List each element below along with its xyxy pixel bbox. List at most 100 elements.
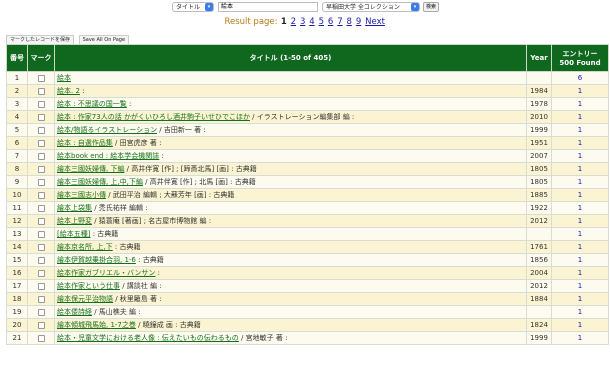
title-link[interactable]: 絵本作家ガブリエル・バンサン — [57, 269, 155, 277]
page-link-6[interactable]: 6 — [328, 17, 333, 27]
title-details: : — [155, 269, 160, 277]
title-link[interactable]: 絵本倭詩経 — [57, 308, 92, 316]
title-cell: 繪本三國志小傳 / 武田平治 編輯 ; 大蘇芳年 [画] : 古典籍 — [54, 188, 527, 202]
title-link[interactable]: 絵本/物語るイラストレーション — [57, 126, 157, 134]
mark-cell — [27, 305, 55, 319]
mark-checkbox[interactable] — [37, 126, 45, 134]
title-details: : — [79, 87, 85, 95]
title-details: : 古典籍 — [135, 256, 164, 264]
mark-cell — [27, 175, 55, 189]
mark-cell — [27, 279, 55, 293]
page-link-3[interactable]: 3 — [300, 17, 305, 27]
mark-checkbox[interactable] — [37, 269, 45, 277]
mark-checkbox[interactable] — [37, 178, 45, 186]
row-number: 12 — [6, 214, 28, 228]
mark-checkbox[interactable] — [37, 295, 45, 303]
mark-checkbox[interactable] — [37, 74, 45, 82]
mark-checkbox[interactable] — [37, 282, 45, 290]
mark-checkbox[interactable] — [37, 152, 45, 160]
entry-count[interactable]: 1 — [551, 305, 609, 319]
entry-count[interactable]: 1 — [551, 253, 609, 267]
title-link[interactable]: 絵本 : 不思議の国一覧 — [57, 100, 127, 108]
mark-checkbox[interactable] — [37, 113, 45, 121]
mark-checkbox[interactable] — [37, 230, 45, 238]
header-year: Year — [526, 44, 552, 72]
title-link[interactable]: 絵本book end : 絵本学会機関誌 — [57, 152, 159, 160]
entry-count[interactable]: 1 — [551, 279, 609, 293]
table-row: 15 繪本伊賀越乗掛合羽, 1-6 : 古典籍 1856 1 — [6, 253, 609, 267]
entry-count[interactable]: 1 — [551, 214, 609, 228]
title-link[interactable]: 絵本 : 作家73人の話 かがくいひろし酒井駒子いせひでこほか — [57, 113, 250, 121]
title-link[interactable]: 繪本三國志小傳 — [57, 191, 106, 199]
page-link-1[interactable]: 1 — [281, 17, 287, 27]
mark-checkbox[interactable] — [37, 308, 45, 316]
mark-checkbox[interactable] — [37, 87, 45, 95]
entry-count[interactable]: 1 — [551, 162, 609, 176]
entry-count[interactable]: 1 — [551, 175, 609, 189]
mark-checkbox[interactable] — [37, 204, 45, 212]
title-cell: 繪本上袋集 / 禿氏祐祥 編輯 : — [54, 201, 527, 215]
entry-count[interactable]: 1 — [551, 240, 609, 254]
search-field-select[interactable]: タイトル ▾ — [172, 2, 214, 12]
entry-count[interactable]: 6 — [551, 71, 609, 85]
mark-checkbox[interactable] — [37, 191, 45, 199]
page-link-8[interactable]: 8 — [347, 17, 352, 27]
title-link[interactable]: 繪本伊賀越乗掛合羽, 1-6 — [57, 256, 136, 264]
title-link[interactable]: 繪本傾城飛馬始, 1-7之巻 — [57, 321, 136, 329]
mark-checkbox[interactable] — [37, 139, 45, 147]
title-details: / 高井伴寛 [作] ; [蹄斎北馬] [画] : 古典籍 — [124, 165, 257, 173]
mark-checkbox[interactable] — [37, 256, 45, 264]
title-cell: 絵本上野変 / 猿蓑庵 [著画] ; 名古屋市博物館 編 : — [54, 214, 527, 228]
entry-count[interactable]: 1 — [551, 110, 609, 124]
row-number: 5 — [6, 123, 28, 137]
table-row: 10 繪本三國志小傳 / 武田平治 編輯 ; 大蘇芳年 [画] : 古典籍 1885… — [6, 188, 609, 202]
row-number: 8 — [6, 162, 28, 176]
entry-count[interactable]: 1 — [551, 188, 609, 202]
title-link[interactable]: 繪本三國妖婦傳, 下編 — [57, 165, 124, 173]
entry-count[interactable]: 1 — [551, 123, 609, 137]
mark-checkbox[interactable] — [37, 321, 45, 329]
page-link-5[interactable]: 5 — [319, 17, 324, 27]
title-link[interactable]: 絵本 — [57, 74, 71, 82]
entry-count[interactable]: 1 — [551, 149, 609, 163]
mark-cell — [27, 201, 55, 215]
entry-count[interactable]: 1 — [551, 136, 609, 150]
entry-count[interactable]: 1 — [551, 97, 609, 111]
table-row: 20 繪本傾城飛馬始, 1-7之巻 / 曉鐘成 画 : 古典籍 1824 1 — [6, 318, 609, 332]
title-link[interactable]: 繪本三國妖婦傳, 上,中,下編 — [57, 178, 143, 186]
entry-count[interactable]: 1 — [551, 292, 609, 306]
page-link-4[interactable]: 4 — [309, 17, 314, 27]
row-number: 4 — [6, 110, 28, 124]
mark-checkbox[interactable] — [37, 100, 45, 108]
title-link[interactable]: 繪本保元平治物語 — [57, 295, 113, 303]
search-input[interactable]: 絵本 — [218, 2, 318, 12]
title-cell: 絵本 : 作家73人の話 かがくいひろし酒井駒子いせひでこほか / イラストレー… — [54, 110, 527, 124]
title-link[interactable]: 絵本・児童文学における老人像 : 伝えたいもの伝わるもの — [57, 334, 239, 342]
title-cell: 絵本作家という仕事 / 講談社 編 : — [54, 279, 527, 293]
mark-checkbox[interactable] — [37, 165, 45, 173]
entry-count[interactable]: 1 — [551, 331, 609, 345]
page-link-9[interactable]: 9 — [356, 17, 361, 27]
mark-checkbox[interactable] — [37, 243, 45, 251]
title-link[interactable]: 繪本京名所, 上,下 — [57, 243, 113, 251]
entry-count[interactable]: 1 — [551, 201, 609, 215]
mark-cell — [27, 214, 55, 228]
mark-checkbox[interactable] — [37, 334, 45, 342]
entry-count[interactable]: 1 — [551, 266, 609, 280]
mark-checkbox[interactable] — [37, 217, 45, 225]
next-page-link[interactable]: Next — [365, 17, 385, 27]
title-link[interactable]: 繪本上袋集 — [57, 204, 92, 212]
search-bar: タイトル ▾ 絵本 早稲田大学 全コレクション ▾ 検索 — [0, 0, 610, 15]
entry-count[interactable]: 1 — [551, 227, 609, 241]
entry-count[interactable]: 1 — [551, 318, 609, 332]
library-select[interactable]: 早稲田大学 全コレクション ▾ — [322, 2, 420, 12]
title-link[interactable]: [絵本五種] — [57, 230, 90, 238]
title-link[interactable]: 絵本上野変 — [57, 217, 92, 225]
title-link[interactable]: 絵本 : 自選作品集 — [57, 139, 113, 147]
search-button[interactable]: 検索 — [423, 2, 439, 12]
page-link-2[interactable]: 2 — [291, 17, 296, 27]
title-link[interactable]: 絵本作家という仕事 — [57, 282, 120, 290]
page-link-7[interactable]: 7 — [337, 17, 342, 27]
entry-count[interactable]: 1 — [551, 84, 609, 98]
title-link[interactable]: 絵本. 2 — [57, 87, 80, 95]
